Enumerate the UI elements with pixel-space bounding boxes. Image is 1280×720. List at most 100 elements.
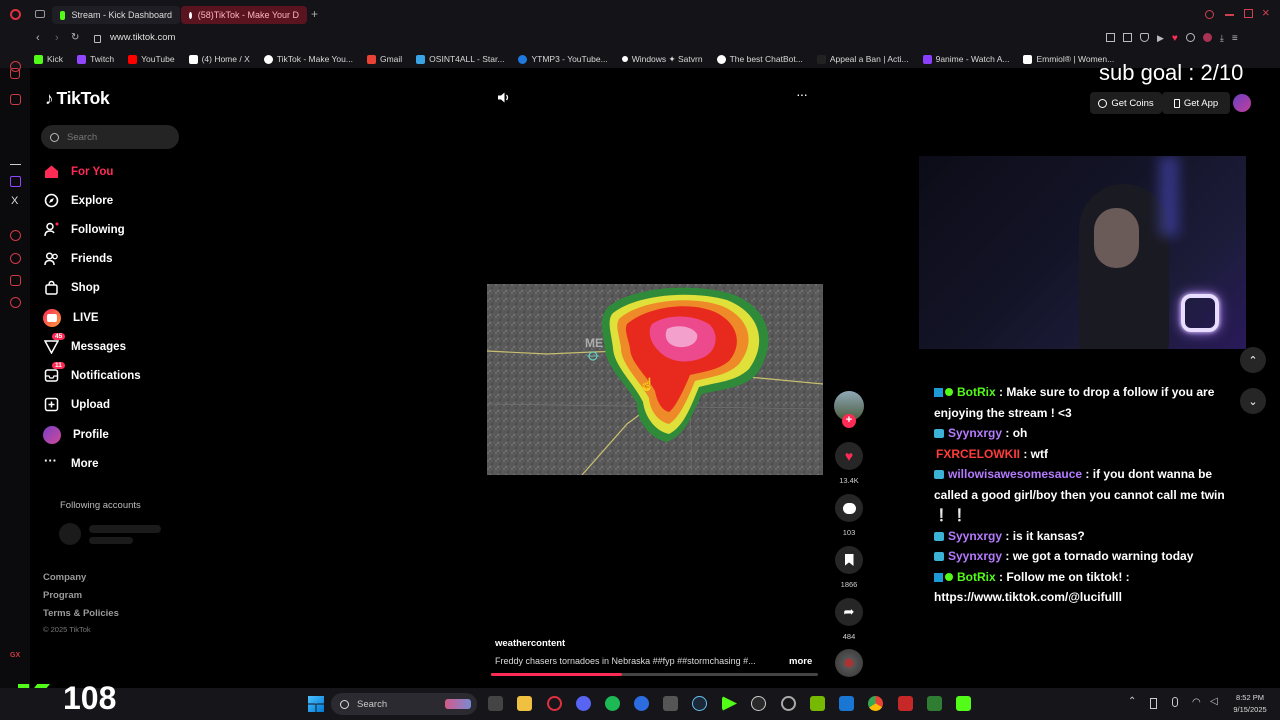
chat-username[interactable]: willowisawesomesauce bbox=[948, 467, 1082, 481]
tab-manager-icon[interactable] bbox=[35, 10, 45, 18]
user-avatar[interactable] bbox=[1233, 94, 1251, 112]
footer-program[interactable]: Program bbox=[43, 590, 82, 601]
search-input[interactable]: Search bbox=[41, 125, 179, 149]
bookmark-youtube[interactable]: YouTube bbox=[128, 54, 175, 64]
gx-icon[interactable]: GX bbox=[10, 652, 20, 659]
chat-username[interactable]: Syynxrgy bbox=[948, 529, 1002, 543]
snapshot-icon[interactable] bbox=[1106, 33, 1115, 42]
opera-gx-icon[interactable] bbox=[547, 696, 562, 711]
bookmark-ytmp3[interactable]: YTMP3 - YouTube... bbox=[518, 54, 608, 64]
menu-icon[interactable]: ≡ bbox=[1232, 33, 1238, 44]
chrome-icon[interactable] bbox=[868, 696, 883, 711]
share-button[interactable]: ➦ bbox=[835, 598, 863, 626]
sidebar-kick-icon[interactable] bbox=[10, 154, 21, 165]
nvidia-icon[interactable] bbox=[810, 696, 825, 711]
chat-scroll-down-button[interactable]: ⌄ bbox=[1240, 388, 1266, 414]
reload-icon[interactable]: ↻ bbox=[71, 32, 79, 43]
comment-button[interactable] bbox=[835, 494, 863, 522]
file-explorer-icon[interactable] bbox=[517, 696, 532, 711]
nav-live[interactable]: LIVE bbox=[43, 309, 99, 327]
play-icon[interactable] bbox=[722, 696, 737, 711]
get-coins-button[interactable]: Get Coins bbox=[1090, 92, 1162, 114]
obs-icon[interactable] bbox=[751, 696, 766, 711]
footer-company[interactable]: Company bbox=[43, 572, 86, 583]
nav-notifications[interactable]: 11 Notifications bbox=[44, 362, 141, 383]
kick-taskbar-icon[interactable] bbox=[956, 696, 971, 711]
app5-icon[interactable] bbox=[927, 696, 942, 711]
video-player[interactable]: ME ☝ bbox=[487, 284, 823, 475]
maximize-button[interactable] bbox=[1244, 9, 1253, 18]
tray-chevron-icon[interactable]: ⌃ bbox=[1128, 696, 1136, 707]
music-icon[interactable] bbox=[10, 94, 21, 105]
mic-icon[interactable] bbox=[1172, 697, 1178, 707]
clock-date[interactable]: 9/15/2025 bbox=[1225, 705, 1275, 714]
search-tabs-icon[interactable] bbox=[1205, 10, 1214, 19]
bookmark-9anime[interactable]: 9anime - Watch A... bbox=[922, 54, 1009, 64]
video-progress-track[interactable] bbox=[491, 673, 818, 676]
bookmark-osint[interactable]: OSINT4ALL - Star... bbox=[416, 54, 504, 64]
clock-time[interactable]: 8:52 PM bbox=[1225, 693, 1275, 702]
follow-plus-button[interactable]: + bbox=[842, 414, 856, 428]
app3-icon[interactable] bbox=[839, 696, 854, 711]
save-button[interactable] bbox=[835, 546, 863, 574]
clock-icon[interactable] bbox=[10, 253, 21, 264]
close-window-button[interactable]: × bbox=[1262, 5, 1270, 20]
sidebar-twitch-icon[interactable] bbox=[10, 176, 21, 187]
nav-more[interactable]: ··· More bbox=[44, 454, 98, 471]
shield-icon[interactable] bbox=[1140, 33, 1149, 42]
speaker-icon[interactable]: ◁ bbox=[1210, 696, 1218, 707]
nav-explore[interactable]: Explore bbox=[44, 193, 113, 208]
taskbar-search-input[interactable]: Search bbox=[331, 693, 477, 715]
back-icon[interactable]: ‹ bbox=[36, 32, 40, 44]
bookmark-x[interactable]: (4) Home / X bbox=[188, 54, 250, 64]
like-button[interactable]: ♥ bbox=[835, 442, 863, 470]
chat-scroll-up-button[interactable]: ⌃ bbox=[1240, 347, 1266, 373]
nav-friends[interactable]: Friends bbox=[44, 251, 113, 266]
windows-start-icon[interactable] bbox=[308, 696, 324, 712]
chat-username[interactable]: BotRix bbox=[957, 385, 996, 399]
tiktok-logo[interactable]: ♪ TikTok bbox=[45, 88, 110, 109]
app-icon[interactable] bbox=[634, 696, 649, 711]
opera-logo-icon[interactable] bbox=[10, 9, 21, 20]
nav-following[interactable]: Following bbox=[44, 222, 125, 237]
play-icon[interactable]: ▶ bbox=[1157, 33, 1164, 44]
nav-upload[interactable]: Upload bbox=[44, 397, 110, 412]
discord-icon[interactable] bbox=[576, 696, 591, 711]
url-field[interactable]: www.tiktok.com bbox=[110, 32, 175, 43]
wifi-icon[interactable]: ◠ bbox=[1192, 697, 1201, 708]
chat-username[interactable]: FXRCELOWKII bbox=[936, 447, 1020, 461]
bookmark-tiktok[interactable]: TikTok - Make You... bbox=[263, 54, 353, 64]
battery-icon[interactable] bbox=[1150, 698, 1157, 709]
tab-tiktok[interactable]: (58)TikTok - Make Your D bbox=[181, 6, 307, 24]
video-author[interactable]: weathercontent bbox=[495, 638, 565, 649]
nav-profile[interactable]: Profile bbox=[43, 426, 109, 444]
footer-terms[interactable]: Terms & Policies bbox=[43, 608, 119, 619]
tab-kick-dashboard[interactable]: Stream - Kick Dashboard bbox=[52, 6, 180, 24]
caption-more-button[interactable]: more bbox=[789, 656, 812, 667]
messenger-icon[interactable] bbox=[10, 68, 20, 79]
extensions-icon[interactable] bbox=[1185, 33, 1195, 42]
get-app-button[interactable]: Get App bbox=[1162, 92, 1230, 114]
new-tab-button[interactable]: + bbox=[311, 7, 318, 21]
crop-icon[interactable] bbox=[1123, 33, 1132, 42]
chat-username[interactable]: Syynxrgy bbox=[948, 426, 1002, 440]
bookmark-gmail[interactable]: Gmail bbox=[366, 54, 402, 64]
bookmark-kick[interactable]: Kick bbox=[34, 54, 63, 64]
bookmark-appeal[interactable]: Appeal a Ban | Acti... bbox=[816, 54, 909, 64]
settings-icon[interactable] bbox=[781, 696, 796, 711]
wallet-icon[interactable] bbox=[10, 275, 21, 286]
nav-messages[interactable]: 45 Messages bbox=[43, 333, 126, 355]
history-icon[interactable] bbox=[10, 230, 21, 241]
heart-icon[interactable]: ♥ bbox=[1172, 33, 1178, 44]
app4-icon[interactable] bbox=[898, 696, 913, 711]
avatar[interactable] bbox=[1202, 33, 1212, 42]
sidebar-x-icon[interactable]: X bbox=[11, 195, 18, 207]
settings-icon[interactable] bbox=[10, 297, 21, 308]
spotify-icon[interactable] bbox=[605, 696, 620, 711]
bookmark-satvrn[interactable]: Windows ✦ Satvrn bbox=[621, 54, 703, 65]
forward-icon[interactable]: › bbox=[55, 32, 59, 44]
music-disc-icon[interactable] bbox=[835, 649, 863, 677]
nav-for-you[interactable]: For You bbox=[44, 164, 113, 179]
chat-username[interactable]: Syynxrgy bbox=[948, 549, 1002, 563]
steam-icon[interactable] bbox=[692, 696, 707, 711]
